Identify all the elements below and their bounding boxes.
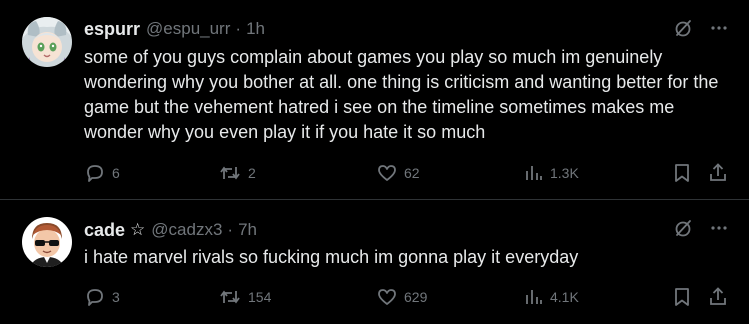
avatar[interactable] xyxy=(22,17,72,67)
timeline-feed: espurr @espu_urr · 1h some of you guys c… xyxy=(0,0,749,324)
handle[interactable]: @espu_urr xyxy=(146,19,230,39)
timestamp[interactable]: 1h xyxy=(246,19,265,39)
handle[interactable]: @cadzx3 xyxy=(151,220,222,240)
reply-bubble-icon xyxy=(84,286,106,308)
repost-button[interactable]: 2 xyxy=(218,162,256,184)
post-text: some of you guys complain about games yo… xyxy=(84,47,719,142)
share-button[interactable] xyxy=(708,162,728,184)
display-name[interactable]: cade xyxy=(84,220,125,241)
grok-slash-circle-icon[interactable] xyxy=(673,18,693,38)
avatar[interactable] xyxy=(22,217,72,267)
post-header: espurr @espu_urr · 1h xyxy=(84,18,265,40)
post[interactable]: espurr @espu_urr · 1h some of you guys c… xyxy=(0,0,749,199)
repost-arrows-icon xyxy=(218,162,242,184)
bookmark-icon xyxy=(672,162,692,184)
reply-count: 3 xyxy=(112,289,120,305)
grok-slash-circle-icon[interactable] xyxy=(673,218,693,238)
reply-bubble-icon xyxy=(84,162,106,184)
separator-dot: · xyxy=(227,220,234,239)
like-count: 62 xyxy=(404,165,420,181)
star-badge-icon: ☆ xyxy=(130,220,146,239)
views-count: 4.1K xyxy=(550,289,579,305)
share-upload-icon xyxy=(708,162,728,184)
bookmark-icon xyxy=(672,286,692,308)
views-bars-icon xyxy=(524,286,544,308)
views-bars-icon xyxy=(524,162,544,184)
views-button[interactable]: 1.3K xyxy=(524,162,579,184)
display-name[interactable]: espurr xyxy=(84,19,140,40)
repost-count: 2 xyxy=(248,165,256,181)
bookmark-button[interactable] xyxy=(672,286,692,308)
like-count: 629 xyxy=(404,289,428,305)
bookmark-button[interactable] xyxy=(672,162,692,184)
like-button[interactable]: 62 xyxy=(376,162,420,184)
share-upload-icon xyxy=(708,286,728,308)
timestamp[interactable]: 7h xyxy=(238,220,257,240)
views-button[interactable]: 4.1K xyxy=(524,286,579,308)
repost-count: 154 xyxy=(248,289,272,305)
repost-arrows-icon xyxy=(218,286,242,308)
repost-button[interactable]: 154 xyxy=(218,286,271,308)
post-actions: 3 154 629 4.1K xyxy=(84,286,729,310)
like-button[interactable]: 629 xyxy=(376,286,427,308)
post-top-actions xyxy=(673,18,729,38)
more-dots-icon[interactable] xyxy=(709,18,729,38)
post-header: cade ☆ @cadzx3 · 7h xyxy=(84,219,257,241)
share-button[interactable] xyxy=(708,286,728,308)
views-count: 1.3K xyxy=(550,165,579,181)
reply-button[interactable]: 3 xyxy=(84,286,120,308)
post-top-actions xyxy=(673,218,729,238)
separator-dot: · xyxy=(235,19,242,38)
heart-icon xyxy=(376,286,398,308)
heart-icon xyxy=(376,162,398,184)
reply-count: 6 xyxy=(112,165,120,181)
reply-button[interactable]: 6 xyxy=(84,162,120,184)
post-text: i hate marvel rivals so fucking much im … xyxy=(84,247,579,267)
more-dots-icon[interactable] xyxy=(709,218,729,238)
post-actions: 6 2 62 1.3K xyxy=(84,162,729,186)
post[interactable]: cade ☆ @cadzx3 · 7h i hate marvel rivals… xyxy=(0,200,749,324)
